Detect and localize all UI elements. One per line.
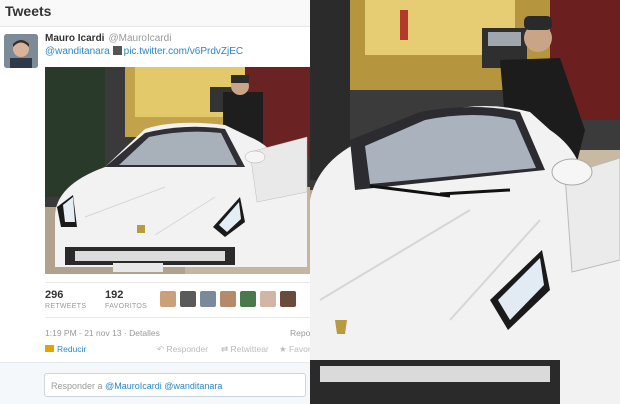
tweet-text: @wanditanara pic.twitter.com/v6PrdvZjEC: [45, 46, 243, 57]
reduce-button[interactable]: Reducir: [45, 344, 86, 354]
reply-button[interactable]: ↶ Responder: [157, 344, 208, 355]
tweet-panel: Tweets Mauro Icardi @MauroIcardi @wandita…: [0, 0, 310, 404]
favorites-count: 192: [105, 289, 124, 301]
avatar[interactable]: [160, 291, 176, 307]
tweet-author[interactable]: Mauro Icardi @MauroIcardi: [45, 33, 171, 44]
tweets-header: Tweets: [0, 0, 310, 27]
avatar[interactable]: [240, 291, 256, 307]
favorited-by-avatars: [160, 291, 300, 312]
avatar[interactable]: [4, 34, 38, 68]
favorites-label: FAVORITOS: [105, 303, 148, 310]
picture-icon: [112, 46, 122, 55]
retweets-label: RETWEETS: [45, 303, 87, 310]
retweets-stat[interactable]: 296 RETWEETS: [45, 289, 86, 310]
author-name[interactable]: Mauro Icardi: [45, 33, 104, 44]
avatar[interactable]: [200, 291, 216, 307]
avatar[interactable]: [260, 291, 276, 307]
favorite-button[interactable]: ★ Favori: [279, 344, 310, 355]
pic-link[interactable]: pic.twitter.com/v6PrdvZjEC: [124, 46, 243, 57]
reduce-label: Reducir: [57, 344, 87, 354]
tweet-photo[interactable]: [45, 67, 310, 274]
mention-link[interactable]: @wanditanara: [45, 46, 110, 57]
reply-label: Responder: [166, 344, 209, 354]
reduce-icon: [45, 345, 54, 352]
enlarged-photo: [310, 0, 620, 404]
author-handle[interactable]: @MauroIcardi: [108, 33, 171, 44]
report-link[interactable]: Repo: [290, 328, 310, 338]
avatar[interactable]: [280, 291, 296, 307]
avatar[interactable]: [180, 291, 196, 307]
tweet-timestamp: 1:19 PM - 21 nov 13: [45, 328, 122, 338]
reply-area: Responder a @MauroIcardi @wanditanara: [0, 362, 310, 404]
reply-input[interactable]: Responder a @MauroIcardi @wanditanara: [44, 373, 306, 397]
favorites-stat[interactable]: 192 FAVORITOS: [105, 289, 147, 310]
reply-prompt: Responder a: [51, 381, 103, 391]
retweets-count: 296: [45, 289, 64, 301]
retweet-label: Retwittear: [230, 344, 269, 354]
favorite-label: Favori: [288, 344, 310, 354]
avatar[interactable]: [220, 291, 236, 307]
reply-mentions: @MauroIcardi @wanditanara: [105, 381, 223, 391]
tweet-meta: 1:19 PM - 21 nov 13 · Detalles: [45, 328, 160, 338]
tweets-title: Tweets: [5, 3, 52, 19]
details-link[interactable]: Detalles: [129, 328, 160, 338]
tweet-stats: 296 RETWEETS 192 FAVORITOS: [45, 282, 310, 318]
retweet-button[interactable]: ⇄ Retwittear: [221, 344, 269, 355]
